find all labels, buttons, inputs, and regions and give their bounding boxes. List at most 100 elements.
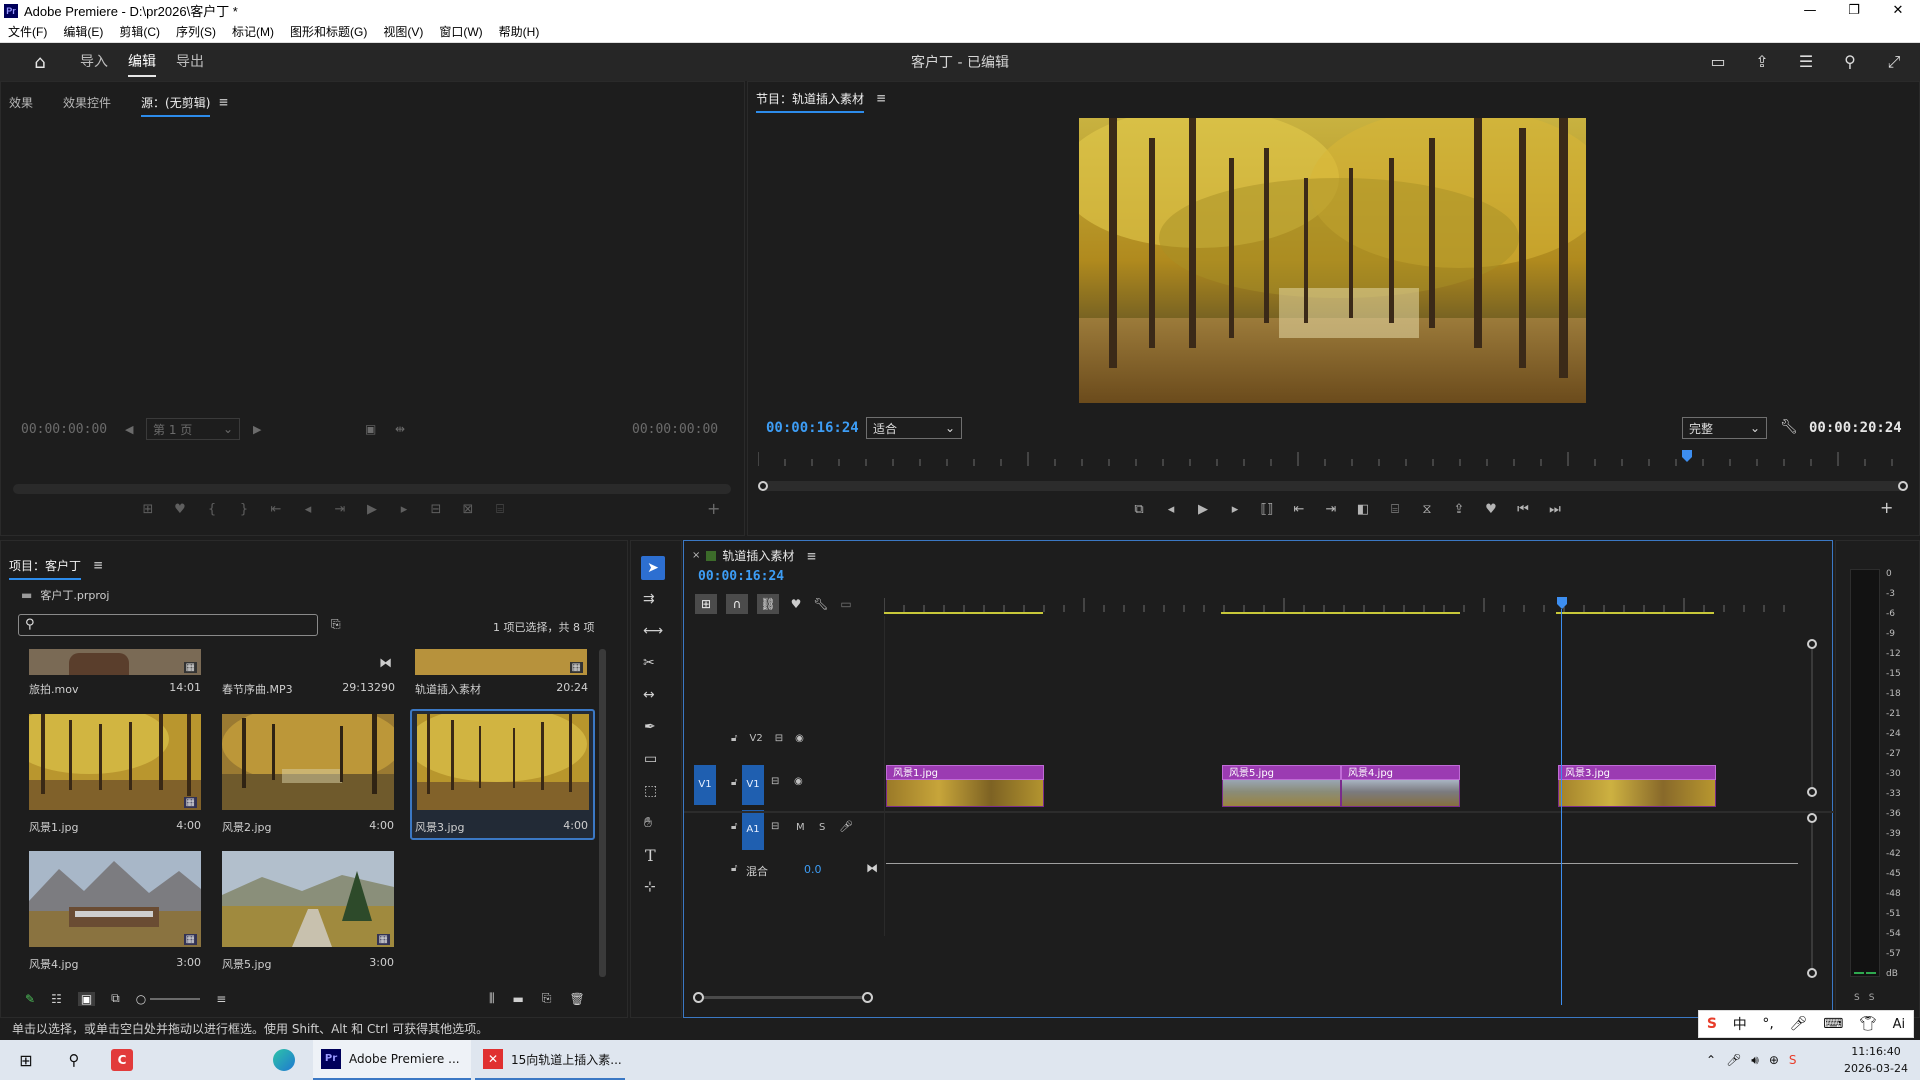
freeform-view-icon[interactable]: ⧉ [111,991,120,1006]
selection-tool-icon[interactable]: ➤ [641,556,665,580]
minimize-button[interactable]: — [1788,0,1832,21]
taskbar-document[interactable]: ✕ 15向轨道上插入素... [475,1040,625,1080]
punctuation-icon[interactable]: °, [1762,1016,1773,1032]
insert-icon[interactable]: ⊞ [139,502,157,517]
sync-lock-icon[interactable]: ⊟ [771,821,779,832]
hand-tool-icon[interactable]: ✋︎ [644,815,652,831]
timeline-timecode[interactable]: 00:00:16:24 [698,569,784,584]
program-title[interactable]: 节目：轨道插入素材 [756,86,865,113]
audio-tracks-scrollbar[interactable] [1807,813,1817,978]
type-tool-icon[interactable]: T [645,846,656,865]
fullscreen-icon[interactable]: ⤢ [1882,52,1906,72]
tab-source[interactable]: 源：(无剪辑) [141,90,211,117]
safe-margins-icon[interactable]: ▣ [365,422,376,436]
menu-window[interactable]: 窗口(W) [431,23,490,40]
timeline-settings-icon[interactable]: 🔧︎ [813,597,829,611]
sort-icon[interactable]: ≡ [216,992,226,1006]
close-tab-icon[interactable]: × [692,550,700,561]
go-to-in-icon[interactable]: ⇤ [267,502,285,517]
panel-menu-icon[interactable]: ≡ [806,549,816,563]
search-help-icon[interactable]: ⚲ [1838,52,1862,72]
item-chunjie[interactable]: 春节序曲.MP3 29:13290 [222,681,395,697]
button-editor-icon[interactable]: + [1880,498,1893,517]
panel-menu-icon[interactable]: ≡ [876,91,886,105]
play-icon[interactable]: ▶ [363,502,381,517]
item-fengjing1[interactable]: 风景1.jpg 4:00 [29,819,201,835]
tray-volume-icon[interactable]: 🔊︎ [1751,1053,1759,1068]
tray-chevron-icon[interactable]: ⌃ [1706,1053,1716,1067]
fit-select[interactable]: 适合 ⌄ [866,417,962,439]
sync-lock-icon[interactable]: ⊟ [771,776,779,787]
ime-ai-button[interactable]: Ai [1893,1017,1906,1032]
play-in-out-icon[interactable]: ⇥ [331,502,349,517]
program-zoom-scrollbar[interactable] [758,481,1908,491]
home-icon[interactable]: ⌂ [28,50,52,74]
clip-fengjing1[interactable]: 风景1.jpg [886,765,1044,807]
sogou-icon[interactable]: S [1707,1016,1717,1032]
voice-icon[interactable]: 🎤︎ [1790,1016,1808,1032]
page-select[interactable]: 第 1 页 ⌄ [146,418,240,440]
list-view-icon[interactable]: ☷ [51,992,62,1006]
thumb-fengjing4[interactable]: ▦ [29,851,201,947]
windows-start-icon[interactable]: ⊞ [14,1040,38,1080]
video-tracks-scrollbar[interactable] [1807,639,1817,797]
lock-icon[interactable]: 🔓︎ [731,863,737,874]
clip-fengjing4[interactable]: 风景4.jpg [1341,765,1460,807]
solo-button[interactable]: S [819,822,825,833]
menu-markers[interactable]: 标记(M) [224,23,282,40]
lock-icon[interactable]: 🔓︎ [731,821,737,832]
snap-icon[interactable]: ∩ [726,594,748,614]
thumb-fengjing3[interactable] [417,714,589,810]
pencil-icon[interactable]: ✎ [25,992,35,1006]
clock[interactable]: 11:16:40 2026-03-24 [1836,1043,1916,1077]
step-forward-icon[interactable]: ▸ [395,502,413,517]
mark-out-icon[interactable]: } [235,502,253,517]
menu-sequence[interactable]: 序列(S) [168,23,224,40]
tray-sogou-icon[interactable]: S [1789,1053,1797,1067]
zoom-slider-knob[interactable]: ○ [136,992,146,1006]
timeline-tab[interactable]: × 轨道插入素材 ≡ [692,547,816,564]
settings-icon[interactable]: ⇹ [395,422,405,436]
clip-fengjing5[interactable]: 风景5.jpg [1222,765,1341,807]
comparison-view-icon[interactable]: ◧ [1354,502,1372,517]
search-icon[interactable]: ⚲ [62,1040,86,1080]
thumb-fengjing5[interactable]: ▦ [222,851,394,947]
source-patch-v1[interactable]: V1 [694,765,716,805]
mix-volume-value[interactable]: 0.0 [804,863,822,876]
tray-network-icon[interactable]: ⊕ [1769,1053,1779,1067]
add-marker-icon[interactable]: ♥ [1482,502,1500,517]
rectangle-tool-icon[interactable]: ▭ [644,751,657,767]
microphone-icon[interactable]: 🎤︎ [839,820,853,833]
close-button[interactable]: ✕ [1876,0,1920,21]
zoom-tool-icon[interactable]: ⊹ [644,879,656,895]
eye-icon[interactable]: ◉ [795,733,804,744]
item-fengjing4[interactable]: 风景4.jpg 3:00 [29,956,201,972]
go-to-end-icon[interactable]: ⧓ [866,861,878,875]
item-fengjing2[interactable]: 风景2.jpg 4:00 [222,819,394,835]
track-target-v1[interactable]: V1 [742,765,764,805]
track-select-tool-icon[interactable]: ⇉ [643,591,655,607]
add-marker-icon[interactable]: ♥ [171,502,189,517]
solo-left-button[interactable]: S [1854,993,1860,1003]
skin-icon[interactable]: 👕︎ [1859,1016,1877,1032]
program-video-frame[interactable] [1079,118,1586,403]
eye-icon[interactable]: ◉ [794,776,803,787]
icon-view-icon[interactable]: ▣ [77,991,96,1006]
maximize-button[interactable]: ❐ [1832,0,1876,21]
playback-quality-select[interactable]: 完整 ⌄ [1682,417,1767,439]
tab-effect-controls[interactable]: 效果控件 [63,90,111,115]
item-fengjing3[interactable]: 风景3.jpg 4:00 [415,819,588,835]
tab-import[interactable]: 导入 [70,43,118,81]
slip-tool-icon[interactable]: ↔ [643,687,655,703]
panel-menu-icon[interactable]: ≡ [93,558,103,572]
timeline-playhead[interactable] [1557,597,1567,609]
ime-mode[interactable]: 中 [1733,1014,1747,1034]
lock-icon[interactable]: 🔓︎ [731,777,737,788]
menu-edit[interactable]: 编辑(E) [55,23,111,40]
step-back-icon[interactable]: ◂ [299,502,317,517]
step-forward-icon[interactable]: ▸ [1226,502,1244,517]
mark-in-icon[interactable]: { [203,502,221,517]
new-item-icon[interactable]: ⎘ [542,991,552,1006]
clip-fengjing3[interactable]: 风景3.jpg [1558,765,1716,807]
program-timecode[interactable]: 00:00:16:24 [766,420,859,436]
